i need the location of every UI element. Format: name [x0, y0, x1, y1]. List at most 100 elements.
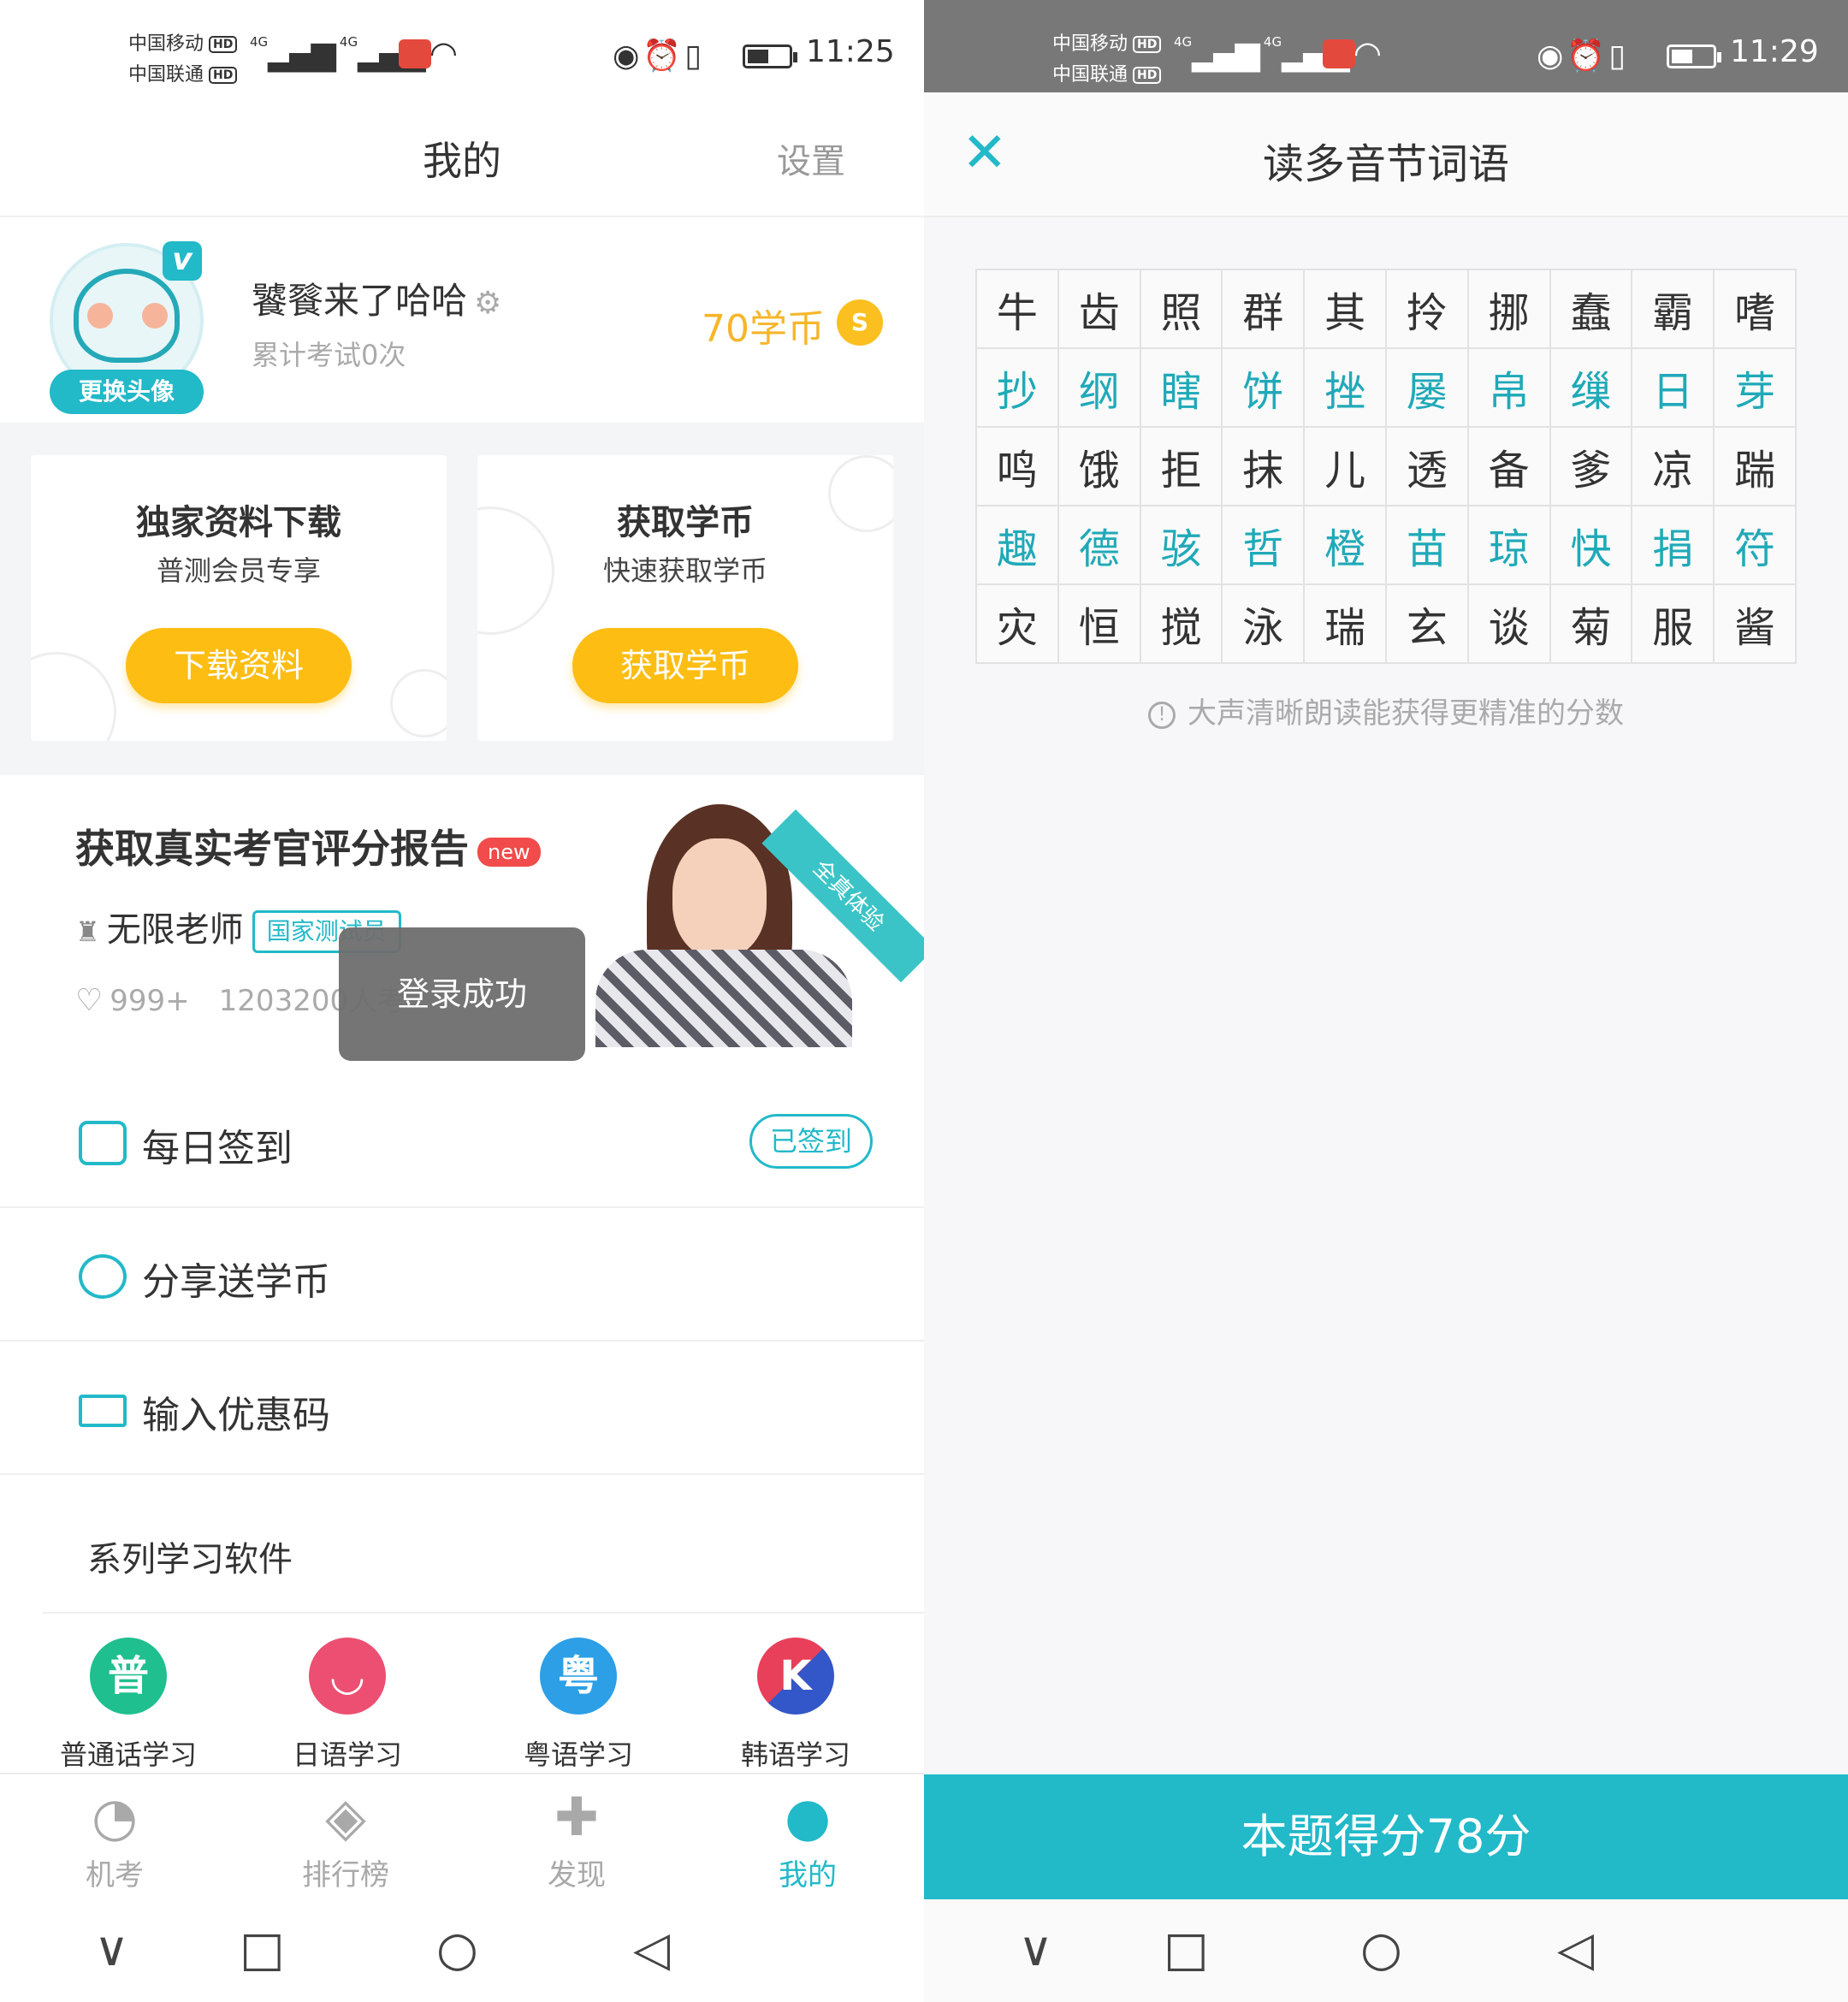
tab-mine[interactable]: ● 我的 — [731, 1786, 885, 1893]
grid-row: 鸣饿拒抹儿透备爹凉踹 — [975, 426, 1797, 506]
grid-cell: 哲 — [1221, 505, 1306, 585]
home-icon[interactable]: ○ — [1360, 1922, 1402, 1977]
earn-coins-button[interactable]: 获取学币 — [572, 628, 798, 703]
chevron-down-icon[interactable]: ∨ — [94, 1922, 129, 1977]
grid-cell: 其 — [1303, 269, 1387, 349]
battery-icon — [743, 44, 797, 68]
page-header: ✕ 读多音节词语 — [924, 92, 1848, 217]
grid-cell: 缫 — [1549, 347, 1633, 428]
grid-cell: 牛 — [975, 269, 1059, 349]
hd-badge: HD — [209, 67, 238, 84]
back-icon[interactable]: ◁ — [633, 1922, 670, 1977]
change-avatar-button[interactable]: 更换头像 — [50, 370, 204, 414]
grid-cell: 照 — [1139, 269, 1223, 349]
page-header: 我的 设置 — [0, 92, 924, 217]
grid-cell: 齿 — [1057, 269, 1141, 349]
settings-button[interactable]: 设置 — [777, 133, 845, 183]
menu-coupon-code[interactable]: 输入优惠码 — [0, 1343, 924, 1475]
carrier-1: 中国移动 — [128, 33, 204, 55]
back-icon[interactable]: ◁ — [1557, 1922, 1594, 1977]
grid-row: 趣德骇哲橙苗琼快捐符 — [975, 505, 1797, 585]
grid-cell: 挪 — [1466, 269, 1551, 349]
grid-cell: 瞎 — [1139, 347, 1223, 428]
clock: 11:29 — [1730, 34, 1819, 69]
page-title: 读多音节词语 — [1262, 140, 1509, 188]
teacher-name: 无限老师 — [106, 910, 244, 950]
puzzle-icon: ✚ — [554, 1786, 599, 1848]
app-japanese[interactable]: ◡ 日语学习 — [262, 1638, 433, 1773]
hd-badge: HD — [1133, 67, 1162, 84]
layers-icon: ◈ — [325, 1786, 366, 1848]
grid-cell: 搅 — [1139, 583, 1223, 664]
new-tag: new — [477, 837, 541, 867]
share-coin-icon — [79, 1254, 127, 1299]
username: 饕餮来了哈哈 — [252, 280, 468, 322]
menu-daily-checkin[interactable]: 每日签到 已签到 — [0, 1076, 924, 1208]
recent-apps-icon[interactable]: □ — [240, 1922, 285, 1977]
grid-cell: 苗 — [1384, 505, 1469, 585]
grid-cell: 鸣 — [975, 426, 1059, 506]
grid-cell: 霸 — [1631, 269, 1715, 349]
grid-row: 牛齿照群其拎挪蠢霸嗜 — [975, 269, 1797, 349]
app-label: 普通话学习 — [59, 1738, 197, 1771]
app-label: 粤语学习 — [523, 1738, 633, 1771]
signed-badge[interactable]: 已签到 — [749, 1114, 873, 1169]
download-card: 独家资料下载 普测会员专享 下载资料 — [31, 455, 447, 741]
checkin-icon — [79, 1121, 127, 1165]
clock: 11:25 — [806, 34, 895, 69]
chevron-down-icon[interactable]: ∨ — [1018, 1922, 1053, 1977]
grid-cell: 酱 — [1713, 583, 1797, 664]
series-heading: 系列学习软件 — [87, 1540, 293, 1579]
left-screen: 中国移动 HD 中国联通 HD 4G▂▄▆ 4G▂▄▆ ◠ ◉⏰▯ 11:25 我的… — [0, 0, 924, 2002]
carrier-info: 中国移动 HD 中国联通 HD — [1052, 29, 1162, 91]
grid-cell: 骇 — [1139, 505, 1223, 585]
notification-app-icon — [1323, 39, 1355, 68]
grid-cell: 拎 — [1384, 269, 1469, 349]
vip-badge: v — [163, 241, 202, 281]
grid-cell: 谈 — [1466, 583, 1551, 664]
menu-label: 输入优惠码 — [142, 1394, 330, 1437]
battery-icon — [1667, 44, 1721, 68]
hd-badge: HD — [1133, 36, 1162, 53]
app-mandarin[interactable]: 普 普通话学习 — [43, 1638, 214, 1773]
system-nav-bar: ∨ □ ○ ◁ — [924, 1899, 1848, 2002]
carrier-1: 中国移动 — [1052, 33, 1128, 55]
notification-app-icon — [399, 39, 431, 68]
mandarin-app-icon: 普 — [90, 1638, 167, 1715]
score-bar: 本题得分78分 — [924, 1774, 1848, 1899]
medal-icon: ♜ — [75, 915, 100, 948]
download-button[interactable]: 下载资料 — [126, 628, 352, 703]
grid-cell: 儿 — [1303, 426, 1387, 506]
tab-label: 机考 — [86, 1858, 144, 1892]
tab-label: 发现 — [548, 1858, 606, 1892]
grid-cell: 符 — [1713, 505, 1797, 585]
grid-cell: 瑞 — [1303, 583, 1387, 664]
tab-discover[interactable]: ✚ 发现 — [500, 1786, 654, 1893]
tab-exam[interactable]: ◔ 机考 — [38, 1786, 192, 1893]
gear-icon[interactable]: ⚙ — [474, 286, 501, 321]
grid-cell: 屡 — [1384, 347, 1469, 428]
right-screen: 中国移动 HD 中国联通 HD 4G▂▄▆ 4G▂▄▆ ◠ ◉⏰▯ 11:29 ✕ … — [924, 0, 1848, 2002]
grid-cell: 帛 — [1466, 347, 1551, 428]
grid-cell: 快 — [1549, 505, 1633, 585]
system-nav-bar: ∨ □ ○ ◁ — [0, 1899, 924, 2002]
username-row: 饕餮来了哈哈 ⚙ — [252, 272, 501, 324]
grid-cell: 踹 — [1713, 426, 1797, 506]
grid-cell: 德 — [1057, 505, 1141, 585]
home-icon[interactable]: ○ — [436, 1922, 478, 1977]
menu-label: 每日签到 — [142, 1127, 293, 1170]
recent-apps-icon[interactable]: □ — [1164, 1922, 1209, 1977]
app-korean[interactable]: K 韩语学习 — [710, 1638, 881, 1773]
grid-cell: 蠢 — [1549, 269, 1633, 349]
coupon-icon — [79, 1395, 127, 1427]
menu-share-coins[interactable]: 分享送学币 — [0, 1210, 924, 1342]
app-cantonese[interactable]: 粤 粤语学习 — [493, 1638, 664, 1773]
grid-row: 灾恒搅泳瑞玄谈菊服酱 — [975, 583, 1797, 664]
earn-coins-card: 获取学币 快速获取学币 获取学币 — [477, 455, 893, 741]
carrier-info: 中国移动 HD 中国联通 HD — [128, 29, 238, 91]
grid-cell: 琼 — [1466, 505, 1551, 585]
likes-count: 999+ — [110, 984, 190, 1018]
grid-cell: 抹 — [1221, 426, 1306, 506]
tab-ranking[interactable]: ◈ 排行榜 — [269, 1786, 423, 1893]
japanese-app-icon: ◡ — [309, 1638, 386, 1715]
